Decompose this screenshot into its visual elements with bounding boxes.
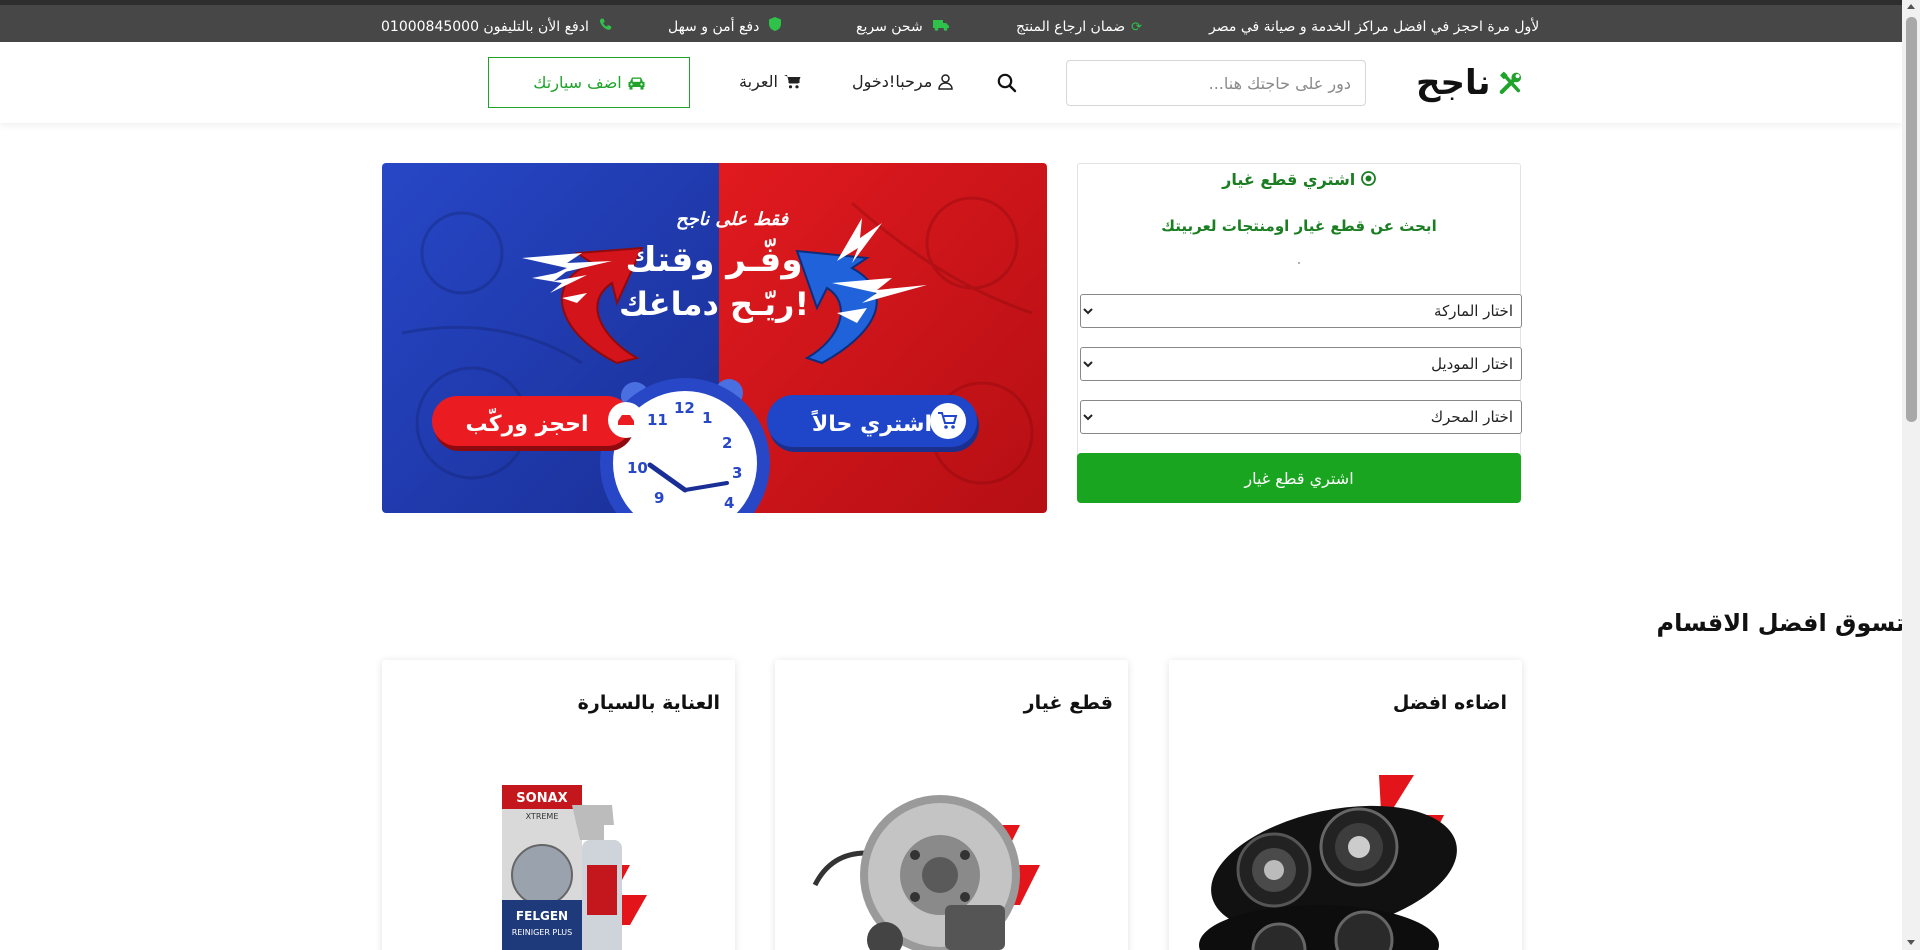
add-car-label: اضف سيارتك bbox=[533, 73, 622, 92]
sonax-line-text: XTREME bbox=[526, 812, 559, 821]
phone-icon bbox=[595, 18, 612, 35]
parts-search-panel: اشتري قطع غيار ابحث عن قطع غيار اومنتجات… bbox=[1077, 163, 1522, 503]
truck-icon bbox=[929, 20, 949, 35]
sonax-cleaner-image: SONAX XTREME FELGEN REINIGER PLUS bbox=[502, 785, 647, 950]
sonax-brand-text: SONAX bbox=[516, 791, 567, 806]
panel-title-text: اشتري قطع غيار bbox=[1222, 170, 1356, 189]
clock-number-9: 9 bbox=[654, 489, 664, 507]
cart-icon bbox=[783, 75, 801, 89]
promo-banner[interactable]: فقط على ناجح وفّـر وقتك ريّـح دماغك! 1 1… bbox=[382, 163, 1047, 513]
loading-dot bbox=[1298, 262, 1300, 264]
topbar-phone-text: ادفع الأن بالتليفون 01000845000 bbox=[381, 19, 589, 35]
user-icon bbox=[938, 73, 954, 90]
clock-number-1: 1 bbox=[702, 409, 712, 427]
logo-text: ناجح bbox=[1416, 63, 1491, 103]
login-label: مرحبا!دخول bbox=[852, 72, 933, 91]
topbar-payment-text: دفع أمن و سهل bbox=[668, 19, 760, 35]
headlight-image bbox=[1199, 775, 1457, 950]
topbar-return-guarantee: ⟳ ضمان ارجاع المنتج bbox=[1016, 17, 1142, 37]
site-logo[interactable]: ناجح bbox=[1416, 60, 1522, 106]
banner-headline-2: ريّـح دماغك! bbox=[619, 285, 809, 323]
topbar-secure-payment: دفع أمن و سهل bbox=[668, 17, 782, 37]
refresh-icon: ⟳ bbox=[1131, 20, 1142, 35]
banner-buy-now-label: اشتري حالاً bbox=[811, 409, 932, 437]
clock-number-3: 3 bbox=[732, 464, 742, 482]
category-card-car-care[interactable]: العناية بالسيارة SONAX XTREME FELGEN REI… bbox=[382, 660, 735, 950]
topbar-return-text: ضمان ارجاع المنتج bbox=[1016, 19, 1126, 35]
topbar-promo-text: لأول مرة احجز في افضل مراكز الخدمة و صيا… bbox=[1209, 19, 1540, 35]
brand-select[interactable]: اختار الماركة bbox=[1080, 294, 1522, 328]
banner-buy-now-pill[interactable]: اشتري حالاً bbox=[767, 395, 979, 452]
main-header: ناجح مرحبا!دخول العربة اضف سيارتك bbox=[0, 42, 1902, 123]
car-icon bbox=[628, 77, 645, 90]
topbar-phone[interactable]: ادفع الأن بالتليفون 01000845000 bbox=[381, 17, 612, 37]
model-select[interactable]: اختار الموديل bbox=[1080, 347, 1522, 381]
scroll-up-arrow-icon[interactable] bbox=[1907, 4, 1915, 9]
scroll-down-arrow-icon[interactable] bbox=[1907, 940, 1915, 945]
scrollbar-thumb[interactable] bbox=[1906, 17, 1917, 422]
categories-heading: تسوق افضل الاقسام bbox=[1656, 609, 1906, 637]
top-info-bar: لأول مرة احجز في افضل مراكز الخدمة و صيا… bbox=[0, 0, 1902, 42]
buy-parts-button[interactable]: اشتري قطع غيار bbox=[1077, 453, 1521, 503]
category-title: اضاءه افضل bbox=[1392, 692, 1507, 714]
topbar-promo: لأول مرة احجز في افضل مراكز الخدمة و صيا… bbox=[1209, 17, 1539, 37]
banner-book-install-label: احجز وركّب bbox=[465, 408, 588, 437]
clock-number-4: 4 bbox=[724, 494, 734, 512]
promo-banner-graphic: فقط على ناجح وفّـر وقتك ريّـح دماغك! 1 1… bbox=[382, 163, 1047, 513]
target-icon bbox=[1360, 171, 1376, 190]
shield-icon bbox=[765, 17, 782, 35]
cart-link[interactable]: العربة bbox=[739, 72, 801, 91]
sonax-product-subtext: REINIGER PLUS bbox=[512, 928, 573, 937]
category-card-lighting[interactable]: اضاءه افضل bbox=[1169, 660, 1522, 950]
category-card-spare-parts[interactable]: قطع غيار bbox=[775, 660, 1128, 950]
banner-book-install-pill[interactable]: احجز وركّب bbox=[432, 396, 644, 451]
search-input[interactable] bbox=[1066, 60, 1366, 106]
category-title: قطع غيار bbox=[1023, 692, 1113, 714]
clock-number-11: 11 bbox=[647, 411, 668, 429]
add-car-button[interactable]: اضف سيارتك bbox=[488, 57, 690, 108]
engine-select[interactable]: اختار المحرك bbox=[1080, 400, 1522, 434]
panel-subtitle: ابحث عن قطع غيار اومنتجات لعربيتك bbox=[1161, 217, 1437, 235]
clock-number-10: 10 bbox=[627, 459, 648, 477]
tools-logo-icon bbox=[1499, 71, 1521, 95]
brake-disc-image bbox=[812, 795, 1040, 950]
banner-headline-1: وفّـر وقتك bbox=[626, 239, 803, 280]
clock-number-12: 12 bbox=[674, 399, 695, 417]
category-title: العناية بالسيارة bbox=[577, 692, 720, 714]
banner-tagline: فقط على ناجح bbox=[676, 209, 790, 230]
cart-label: العربة bbox=[739, 72, 778, 91]
topbar-fast-shipping: شحن سريع bbox=[856, 17, 949, 37]
clock-number-2: 2 bbox=[722, 434, 732, 452]
page-scrollbar[interactable] bbox=[1902, 0, 1920, 950]
search-icon bbox=[997, 73, 1017, 93]
panel-title: اشتري قطع غيار bbox=[1078, 170, 1520, 190]
sonax-product-text: FELGEN bbox=[516, 909, 568, 923]
topbar-shipping-text: شحن سريع bbox=[856, 19, 923, 35]
search-button[interactable] bbox=[992, 68, 1022, 98]
login-link[interactable]: مرحبا!دخول bbox=[852, 72, 954, 91]
